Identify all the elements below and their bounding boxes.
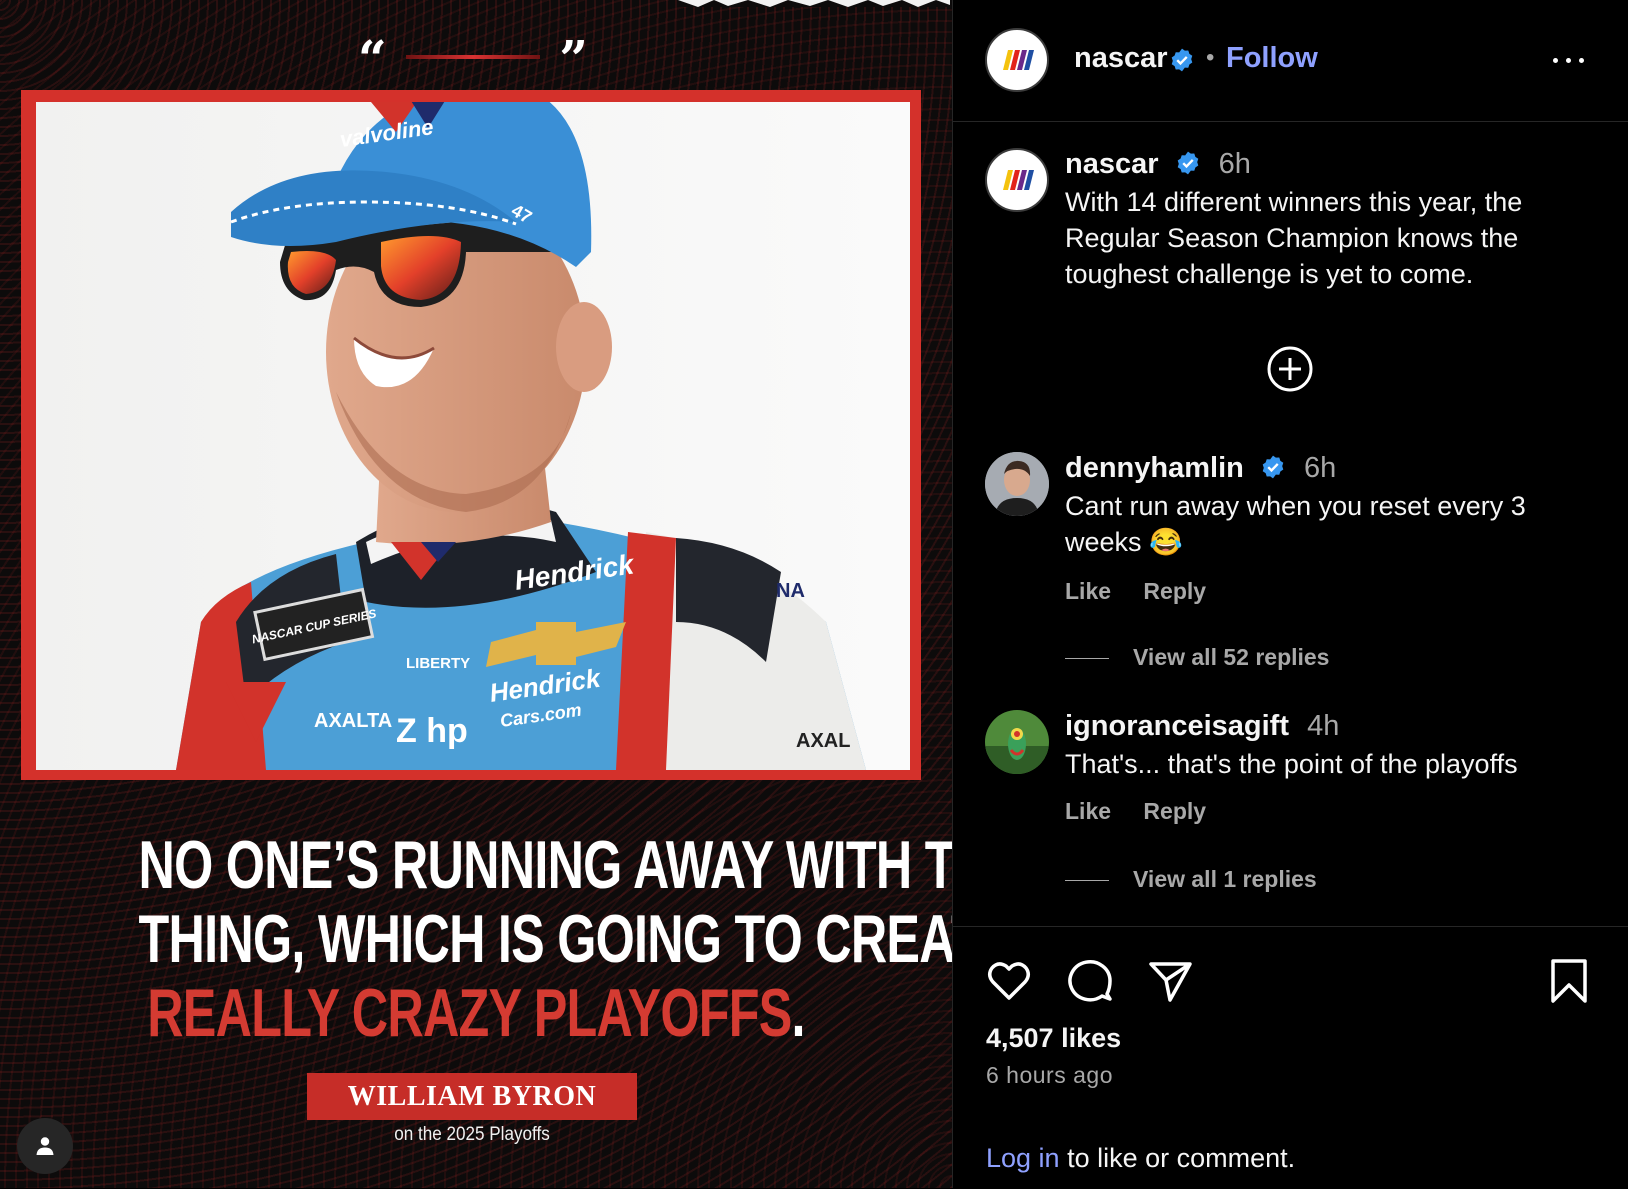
- suit-liberty-text: LIBERTY: [406, 655, 470, 672]
- more-options-icon[interactable]: [1551, 48, 1587, 72]
- comment-header: dennyhamlin 6h: [1065, 452, 1336, 485]
- headline-line-1: NO ONE’S RUNNING AWAY WITH THIS: [138, 827, 952, 903]
- suit-shoulder-text: NA: [776, 580, 805, 602]
- caption-header: nascar 6h: [1065, 148, 1251, 181]
- post-sidebar: nascar • Follow nascar 6h With 14 differ…: [952, 0, 1628, 1188]
- login-prompt-text: to like or comment.: [1059, 1143, 1296, 1173]
- header-separator: •: [1206, 44, 1215, 71]
- cartoon-avatar-icon: [985, 710, 1049, 774]
- post-action-bar: 4,507 likes 6 hours ago Log in to like o…: [953, 926, 1628, 1189]
- headline-line-3: REALLY CRAZY PLAYOFFS.: [139, 976, 814, 1050]
- tagged-users-button[interactable]: [17, 1118, 73, 1174]
- quote-author-caption: on the 2025 Playoffs: [394, 1124, 550, 1145]
- caption-username[interactable]: nascar: [1065, 148, 1159, 180]
- comment-text: Cant run away when you reset every 3 wee…: [1065, 491, 1526, 557]
- driver-photo: valvoline 47 NASCAR CUP SERIES Hendrick …: [36, 102, 910, 770]
- login-prompt: Log in to like or comment.: [986, 1143, 1295, 1174]
- quote-headline: NO ONE’S RUNNING AWAY WITH THIS THING, W…: [138, 827, 952, 1050]
- view-replies-label: View all 52 replies: [1133, 644, 1330, 670]
- author-username[interactable]: nascar: [1074, 42, 1168, 75]
- suit-axalta-text: AXALTA: [314, 710, 392, 732]
- follow-button[interactable]: Follow: [1226, 42, 1318, 75]
- caption-avatar[interactable]: [985, 148, 1049, 212]
- comment-actions: Like Reply: [1065, 578, 1232, 605]
- likes-count[interactable]: 4,507 likes: [986, 1023, 1121, 1054]
- nascar-logo-icon: [1003, 170, 1034, 190]
- quote-divider: [406, 55, 540, 59]
- post-image[interactable]: “ ” valvoline 47 NASCAR CUP SERIES Hendr…: [0, 0, 952, 1188]
- reply-comment-button[interactable]: Reply: [1143, 798, 1206, 824]
- suit-hp-text: Z hp: [396, 712, 468, 750]
- comment-bubble-icon[interactable]: [1066, 957, 1114, 1005]
- person-photo-icon: [985, 452, 1049, 516]
- post-header: nascar • Follow: [953, 0, 1628, 122]
- author-avatar[interactable]: [985, 28, 1049, 92]
- reply-comment-button[interactable]: Reply: [1143, 578, 1206, 604]
- quote-decoration: “ ”: [358, 34, 588, 84]
- like-heart-icon[interactable]: [985, 957, 1033, 1005]
- view-replies-label: View all 1 replies: [1133, 866, 1317, 892]
- comment-time: 6h: [1303, 452, 1337, 484]
- caption-time: 6h: [1218, 148, 1251, 180]
- view-replies-button[interactable]: View all 1 replies: [1065, 866, 1317, 893]
- commenter-avatar[interactable]: [985, 710, 1049, 774]
- like-comment-button[interactable]: Like: [1065, 798, 1111, 824]
- headline-line-2: THING, WHICH IS GOING TO CREATE A: [138, 901, 952, 977]
- commenter-avatar[interactable]: [985, 452, 1049, 516]
- quote-close-mark: ”: [559, 29, 588, 88]
- load-more-comments-icon[interactable]: [1266, 345, 1314, 393]
- headline-highlight: REALLY CRAZY PLAYOFFS: [147, 975, 792, 1051]
- verified-badge-icon: [1177, 151, 1198, 175]
- bookmark-save-icon[interactable]: [1545, 957, 1593, 1005]
- comment-header: ignoranceisagift 4h: [1065, 710, 1339, 743]
- person-icon: [36, 1137, 54, 1155]
- quote-author-plate: WILLIAM BYRON: [307, 1073, 637, 1120]
- comment-text: That's... that's the point of the playof…: [1065, 749, 1518, 779]
- view-replies-button[interactable]: View all 52 replies: [1065, 644, 1329, 671]
- post-timestamp: 6 hours ago: [986, 1062, 1113, 1088]
- replies-rule: [1065, 658, 1109, 660]
- share-send-icon[interactable]: [1146, 957, 1194, 1005]
- login-link[interactable]: Log in: [986, 1143, 1060, 1173]
- verified-badge-icon: [1171, 48, 1193, 72]
- replies-rule: [1065, 880, 1109, 882]
- like-comment-button[interactable]: Like: [1065, 578, 1111, 604]
- suit-axalta-right-text: AXAL: [796, 730, 850, 752]
- caption-text: With 14 different winners this year, the…: [1065, 187, 1523, 289]
- comment-time: 4h: [1307, 710, 1340, 742]
- nascar-logo-icon: [1003, 50, 1034, 70]
- verified-badge-icon: [1262, 455, 1284, 479]
- comment-actions: Like Reply: [1065, 798, 1232, 825]
- top-decoration: [678, 0, 950, 7]
- headline-period: .: [791, 975, 806, 1051]
- quote-open-mark: “: [358, 29, 387, 88]
- comment-username[interactable]: dennyhamlin: [1065, 452, 1244, 484]
- comment-username[interactable]: ignoranceisagift: [1065, 710, 1289, 742]
